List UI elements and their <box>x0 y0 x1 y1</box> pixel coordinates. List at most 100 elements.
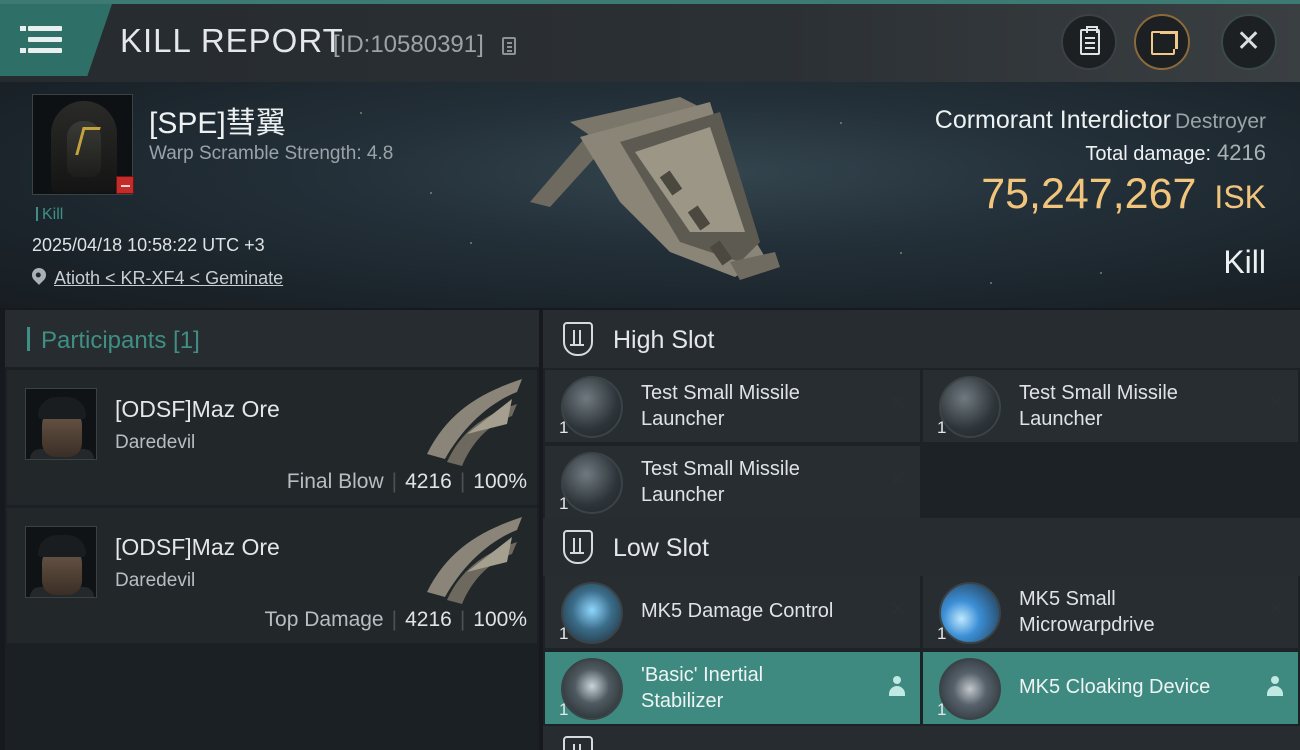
participant-percent: 100% <box>473 608 527 631</box>
participant-ship: Daredevil <box>115 570 196 591</box>
slot-icon <box>563 736 593 750</box>
microwarpdrive-icon <box>939 582 1001 644</box>
participants-header[interactable]: Participants [1] <box>5 310 539 367</box>
participant-role: Final Blow <box>286 470 384 493</box>
participants-panel: Participants [1] [ODSF]Maz Ore Daredevil… <box>5 310 539 750</box>
module-name: MK5 Cloaking Device <box>1019 676 1211 698</box>
copy-icon[interactable] <box>502 37 516 55</box>
ship-name: Cormorant Interdictor Destroyer <box>935 106 1266 135</box>
missile-launcher-icon <box>561 452 623 514</box>
participants-accent <box>27 327 30 351</box>
cloaking-device-icon <box>939 658 1001 720</box>
star-decoration <box>990 282 992 284</box>
total-damage-value: 4216 <box>1217 140 1266 165</box>
isk-value: 75,247,267 ISK <box>981 170 1266 219</box>
participant-avatar[interactable] <box>25 526 97 598</box>
header-accent-line <box>0 0 1300 4</box>
menu-button[interactable] <box>0 4 112 76</box>
isk-amount: 75,247,267 <box>981 170 1197 218</box>
ship-class: Destroyer <box>1174 110 1266 133</box>
star-decoration <box>900 252 902 254</box>
dropped-person-icon <box>1266 676 1284 698</box>
star-decoration <box>430 192 432 194</box>
module-quantity: 1 <box>937 418 947 437</box>
header-bar: KILL REPORT [ID:10580391] ✕ <box>0 0 1300 82</box>
missile-launcher-icon <box>561 376 623 438</box>
module-item[interactable]: 1 Test Small Missile Launcher ✕ <box>545 446 920 518</box>
destroyed-icon: ✕ <box>887 390 908 417</box>
clipboard-button[interactable] <box>1061 14 1117 70</box>
participant-name[interactable]: [ODSF]Maz Ore <box>115 534 280 561</box>
module-quantity: 1 <box>937 700 947 719</box>
module-quantity: 1 <box>559 700 569 719</box>
module-item[interactable]: 1 Test Small Missile Launcher ✕ <box>545 370 920 442</box>
avatar-cap <box>38 397 86 419</box>
module-item[interactable]: 1 Test Small Missile Launcher ✕ <box>923 370 1298 442</box>
avatar-cap <box>38 535 86 557</box>
share-icon <box>1151 31 1178 55</box>
inertial-stabilizer-icon <box>561 658 623 720</box>
kill-datetime: 2025/04/18 10:58:22 UTC +3 <box>32 235 265 255</box>
total-damage: Total damage: 4216 <box>1085 140 1266 166</box>
module-name: MK5 Small Microwarpdrive <box>1019 588 1155 636</box>
participant-card[interactable]: [ODSF]Maz Ore Daredevil Top Damage | 4216 |… <box>7 508 537 643</box>
kill-summary: [SPE]彗翼 Warp Scramble Strength: 4.8 Kill… <box>0 82 1300 308</box>
share-button[interactable] <box>1134 14 1190 70</box>
ship-image <box>530 97 780 280</box>
participant-percent: 100% <box>473 470 527 493</box>
participant-avatar[interactable] <box>25 388 97 460</box>
location-link[interactable]: Atioth < KR-XF4 < Geminate <box>54 268 283 289</box>
outcome-label: Kill <box>1223 244 1266 280</box>
module-name: Test Small Missile Launcher <box>641 458 800 506</box>
destroyed-icon: ✕ <box>1265 596 1286 623</box>
module-name: Test Small Missile Launcher <box>641 382 800 430</box>
module-item[interactable]: 1 MK5 Damage Control ✕ <box>545 576 920 648</box>
missile-launcher-icon <box>939 376 1001 438</box>
participant-stats: Final Blow | 4216 | 100% <box>286 470 527 493</box>
destroyed-icon: ✕ <box>1265 390 1286 417</box>
close-icon: ✕ <box>1236 25 1262 58</box>
location-pin-icon <box>29 265 49 285</box>
participant-ship-image <box>427 517 522 604</box>
participant-ship-image <box>427 379 522 466</box>
high-slot-header: High Slot <box>543 310 1300 368</box>
total-damage-label: Total damage: <box>1085 143 1212 165</box>
high-slot-icon <box>563 322 593 356</box>
kill-tag: Kill <box>36 206 63 224</box>
participant-role: Top Damage <box>264 608 384 631</box>
module-quantity: 1 <box>937 624 947 643</box>
page-title: KILL REPORT <box>120 22 344 59</box>
star-decoration <box>840 122 842 124</box>
star-decoration <box>470 242 472 244</box>
participant-stats: Top Damage | 4216 | 100% <box>264 608 527 631</box>
destroyed-icon: ✕ <box>887 596 908 623</box>
damage-control-icon <box>561 582 623 644</box>
menu-icon <box>20 26 62 54</box>
high-slot-title: High Slot <box>613 326 715 354</box>
module-item[interactable]: 1 MK5 Cloaking Device <box>923 652 1298 724</box>
ship-type-name: Cormorant Interdictor <box>934 106 1171 134</box>
participant-damage: 4216 <box>405 470 452 493</box>
low-slot-header: Low Slot <box>543 518 1300 576</box>
star-decoration <box>1100 272 1102 274</box>
participants-title: Participants [1] <box>41 327 200 354</box>
module-item[interactable]: 1 'Basic' Inertial Stabilizer <box>545 652 920 724</box>
victim-name[interactable]: [SPE]彗翼 <box>149 98 286 142</box>
module-name: 'Basic' Inertial Stabilizer <box>641 664 764 712</box>
participant-name[interactable]: [ODSF]Maz Ore <box>115 396 280 423</box>
dropped-person-icon <box>888 676 906 698</box>
loss-badge-icon <box>116 176 134 194</box>
fitting-panel: High Slot 1 Test Small Missile Launcher … <box>543 310 1300 750</box>
module-quantity: 1 <box>559 624 569 643</box>
participant-damage: 4216 <box>405 608 452 631</box>
module-name: Test Small Missile Launcher <box>1019 382 1178 430</box>
module-item[interactable]: 1 MK5 Small Microwarpdrive ✕ <box>923 576 1298 648</box>
participant-card[interactable]: [ODSF]Maz Ore Daredevil Final Blow | 4216 |… <box>7 370 537 505</box>
isk-unit: ISK <box>1214 179 1266 215</box>
close-button[interactable]: ✕ <box>1221 14 1277 70</box>
clipboard-icon <box>1080 26 1100 55</box>
destroyed-icon: ✕ <box>887 466 908 493</box>
report-id: [ID:10580391] <box>333 31 484 58</box>
low-slot-icon <box>563 530 593 564</box>
module-quantity: 1 <box>559 494 569 513</box>
